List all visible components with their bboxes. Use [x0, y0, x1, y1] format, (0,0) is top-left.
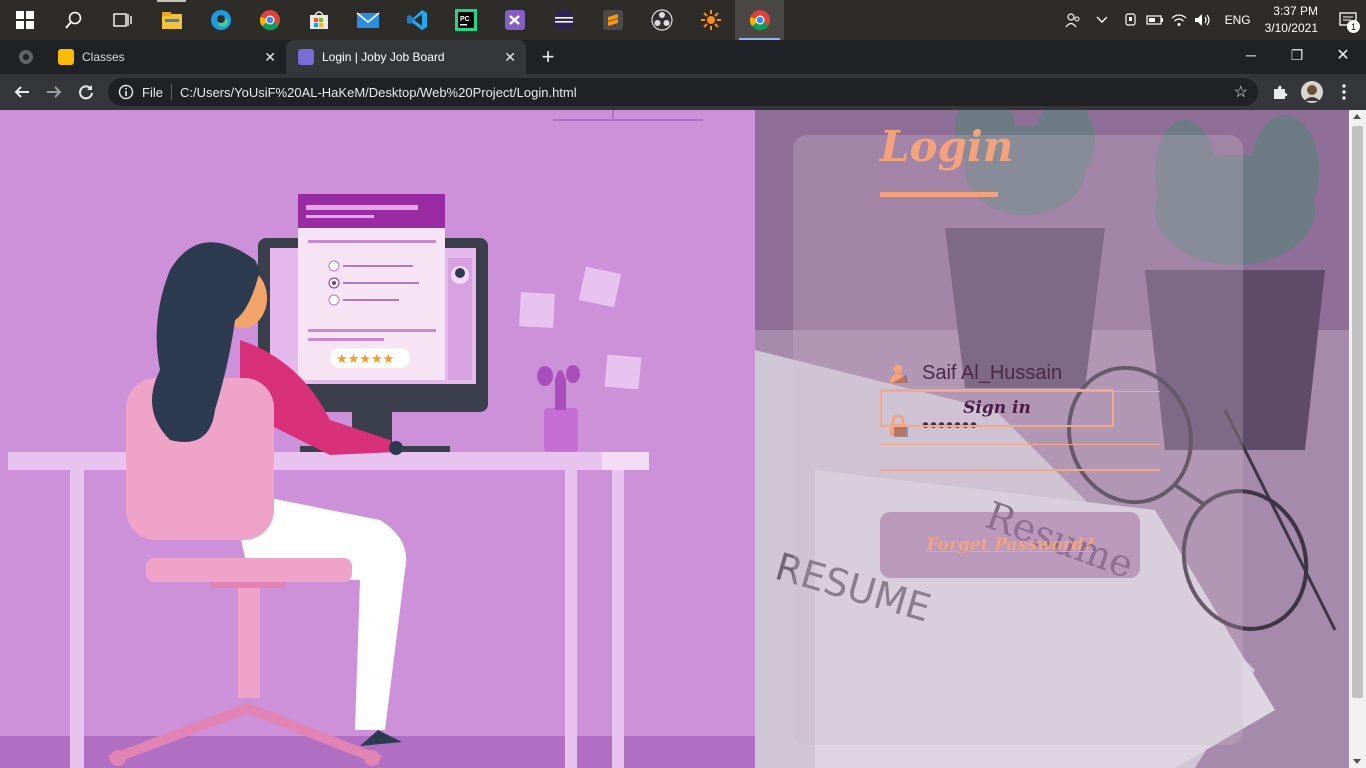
visual-studio-button[interactable] [490, 0, 539, 40]
action-center-button[interactable]: 1 [1330, 0, 1366, 40]
sun-app-button[interactable] [686, 0, 735, 40]
start-button[interactable] [0, 0, 49, 40]
restore-button[interactable]: ❐ [1274, 40, 1320, 70]
sublime-icon [602, 10, 623, 30]
eclipse-icon [553, 10, 574, 30]
address-bar[interactable]: File C:/Users/YoUsiF%20AL-HaKeM/Desktop/… [108, 78, 1258, 106]
illustration-panel: ★★★★★ [0, 110, 755, 768]
scheme-label: File [142, 84, 163, 100]
extensions-button[interactable] [1268, 80, 1292, 104]
search-icon [64, 11, 81, 29]
arrow-right-icon [47, 86, 62, 98]
more-vertical-icon [1342, 84, 1346, 100]
scroll-up-arrow-icon[interactable] [1353, 114, 1361, 119]
system-tray: ENG 3:37 PM 3/10/2021 1 [1061, 0, 1366, 40]
tab-classes[interactable]: Classes ✕ [46, 40, 286, 74]
close-window-button[interactable]: ✕ [1320, 40, 1366, 70]
edge-button[interactable] [196, 0, 245, 40]
clock-date: 3/10/2021 [1264, 21, 1318, 35]
clock-time: 3:37 PM [1273, 4, 1318, 18]
people-icon[interactable] [1061, 0, 1085, 40]
scroll-down-arrow-icon[interactable] [1353, 759, 1361, 764]
tab-title: Classes [82, 50, 125, 64]
reload-button[interactable] [74, 80, 98, 104]
forget-password-box: Forget Password? [880, 512, 1140, 578]
close-tab-icon[interactable]: ✕ [264, 49, 276, 66]
chrome-menu-button[interactable] [1332, 80, 1356, 104]
windows-icon [15, 11, 34, 29]
taskbar-search-button[interactable] [49, 0, 98, 40]
scrollbar-thumb[interactable] [1352, 126, 1363, 698]
tab-login[interactable]: Login | Joby Job Board ✕ [286, 40, 526, 74]
page-scrollbar[interactable] [1349, 110, 1366, 768]
forget-password-link[interactable]: Forget Password? [926, 535, 1093, 555]
store-button[interactable] [294, 0, 343, 40]
notification-badge: 1 [1347, 20, 1360, 33]
chrome-active-button[interactable] [735, 0, 784, 40]
vscode-icon [406, 10, 427, 30]
eclipse-button[interactable] [539, 0, 588, 40]
classroom-favicon-icon [58, 49, 74, 65]
pycharm-icon: PC [454, 9, 477, 31]
info-icon [118, 84, 134, 100]
store-icon [309, 11, 328, 29]
avatar-icon [1301, 81, 1323, 103]
folder-icon [161, 12, 182, 29]
woman-at-desk-illustration: ★★★★★ [0, 110, 755, 768]
forward-button[interactable] [42, 80, 66, 104]
form-divider [880, 469, 1160, 471]
user-icon [890, 364, 908, 383]
tab-title: Login | Joby Job Board [322, 50, 445, 64]
volume-icon[interactable] [1191, 0, 1215, 40]
windows-taskbar: PC ENG 3:37 PM 3/10/2021 1 [0, 0, 1366, 40]
page-favicon-icon [298, 49, 314, 65]
heading-underline [880, 192, 998, 197]
reload-icon [79, 85, 93, 100]
edge-icon [210, 10, 231, 30]
url-text: C:/Users/YoUsiF%20AL-HaKeM/Desktop/Web%2… [179, 84, 577, 100]
minimize-button[interactable]: ─ [1228, 40, 1274, 70]
visual-studio-icon [504, 10, 525, 30]
browser-toolbar: File C:/Users/YoUsiF%20AL-HaKeM/Desktop/… [0, 74, 1366, 110]
tab-search-icon[interactable] [18, 49, 34, 70]
chrome-icon [259, 10, 280, 31]
pycharm-button[interactable]: PC [441, 0, 490, 40]
battery-icon[interactable] [1143, 0, 1167, 40]
chrome-icon [749, 10, 770, 31]
sun-icon [700, 10, 721, 30]
task-view-button[interactable] [98, 0, 147, 40]
clock[interactable]: 3:37 PM 3/10/2021 [1261, 3, 1330, 37]
bookmark-star-icon[interactable]: ☆ [1234, 82, 1248, 102]
sublime-button[interactable] [588, 0, 637, 40]
file-explorer-button[interactable] [147, 0, 196, 40]
back-button[interactable] [10, 80, 34, 104]
language-indicator[interactable]: ENG [1215, 13, 1261, 27]
mail-button[interactable] [343, 0, 392, 40]
puzzle-icon [1274, 85, 1288, 99]
username-value: Saif Al_Hussain [922, 361, 1063, 384]
chrome-taskbar-button[interactable] [245, 0, 294, 40]
sign-in-button[interactable]: Sign in [880, 389, 1114, 427]
new-tab-button[interactable]: + [536, 44, 560, 69]
username-field[interactable]: Saif Al_Hussain [880, 355, 1160, 392]
chevron-up-icon[interactable] [1085, 0, 1119, 40]
task-view-icon [112, 13, 132, 27]
wifi-icon[interactable] [1167, 0, 1191, 40]
device-icon[interactable] [1119, 0, 1143, 40]
mail-icon [356, 12, 379, 28]
svg-text:★★★★★: ★★★★★ [336, 352, 394, 367]
svg-text:PC: PC [460, 16, 470, 23]
browser-tab-strip: Classes ✕ Login | Joby Job Board ✕ + ─ ❐… [0, 40, 1366, 74]
arrow-left-icon [14, 86, 29, 98]
login-heading: Login [880, 122, 1014, 171]
obs-button[interactable] [637, 0, 686, 40]
obs-icon [650, 9, 673, 31]
profile-avatar[interactable] [1300, 80, 1324, 104]
close-tab-icon[interactable]: ✕ [504, 49, 516, 66]
vscode-button[interactable] [392, 0, 441, 40]
